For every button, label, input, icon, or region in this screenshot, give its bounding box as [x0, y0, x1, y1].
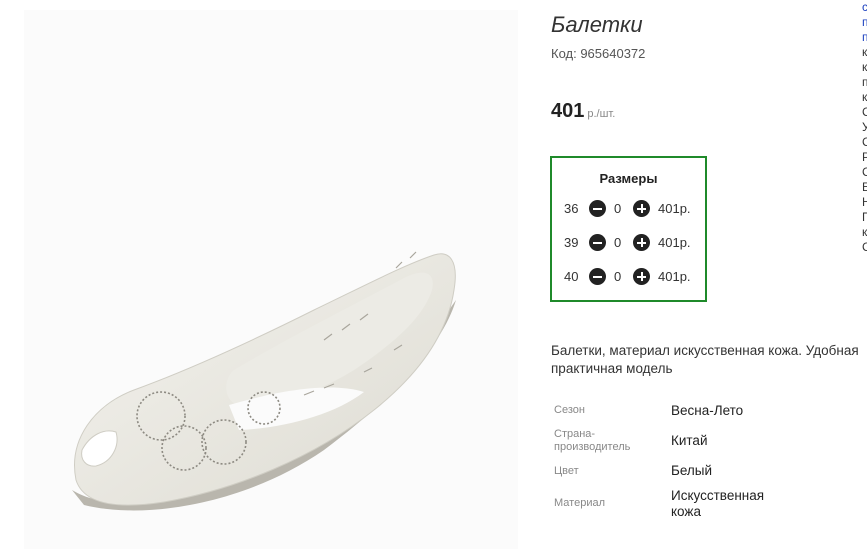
minus-circle-icon[interactable]	[589, 200, 606, 217]
size-price: 401р.	[658, 269, 691, 284]
product-page: Балетки Код: 965640372 401 р./шт. Размеры…	[0, 0, 867, 549]
minus-circle-icon[interactable]	[589, 234, 606, 251]
right-link[interactable]: п	[862, 30, 867, 45]
right-text-line: Е	[862, 180, 867, 194]
right-text-line: Н	[862, 195, 867, 209]
plus-circle-icon[interactable]	[633, 200, 650, 217]
property-label: Сезон	[554, 404, 585, 416]
right-text-line: С	[862, 135, 867, 149]
right-text-line: п	[862, 75, 867, 89]
size-row: 36 0 401р.	[552, 199, 705, 219]
property-label: Материал	[554, 497, 605, 509]
size-quantity: 0	[614, 235, 622, 250]
sizes-box: Размеры 36 0 401р. 39 0 401р. 40 0 401р.	[550, 156, 707, 302]
plus-circle-icon[interactable]	[633, 268, 650, 285]
product-description: Балетки, материал искусственная кожа. Уд…	[551, 343, 859, 376]
right-link[interactable]: с	[862, 0, 867, 15]
property-value: Китай	[671, 433, 708, 448]
right-text-line: С	[862, 165, 867, 179]
property-label: Цвет	[554, 465, 579, 477]
right-link[interactable]: п	[862, 15, 867, 30]
size-label: 36	[564, 201, 579, 216]
price-amount: 401	[551, 100, 585, 122]
right-text-line: С	[862, 240, 867, 254]
right-text-line: к	[862, 90, 867, 104]
property-label: Страна-производитель	[554, 428, 631, 453]
size-row: 39 0 401р.	[552, 233, 705, 253]
right-text-line: С	[862, 105, 867, 119]
right-text-line: к	[862, 60, 867, 74]
right-text-line: П	[862, 210, 867, 224]
size-label: 40	[564, 269, 579, 284]
minus-circle-icon[interactable]	[589, 268, 606, 285]
size-price: 401р.	[658, 235, 691, 250]
right-text-line: У	[862, 120, 867, 134]
size-label: 39	[564, 235, 579, 250]
price-unit: р./шт.	[587, 108, 616, 120]
property-value: Белый	[671, 463, 713, 478]
right-text-line: к	[862, 225, 867, 239]
property-value: Искусственная кожа	[671, 488, 765, 519]
shoe-image	[72, 251, 456, 511]
product-photo[interactable]	[24, 10, 518, 549]
right-text-line: к	[862, 45, 867, 59]
property-value: Весна-Лето	[671, 403, 744, 418]
product-price: 401 р./шт.	[551, 100, 615, 123]
product-code: Код: 965640372	[551, 46, 646, 61]
sizes-title: Размеры	[599, 171, 658, 186]
size-row: 40 0 401р.	[552, 267, 705, 287]
size-price: 401р.	[658, 201, 691, 216]
plus-circle-icon[interactable]	[633, 234, 650, 251]
right-column-text: с п п к к п к С У С Р С Е Н П к С	[862, 0, 867, 255]
right-text-line: Р	[862, 150, 867, 164]
size-quantity: 0	[614, 201, 622, 216]
size-quantity: 0	[614, 269, 622, 284]
product-title: Балетки	[551, 12, 643, 37]
